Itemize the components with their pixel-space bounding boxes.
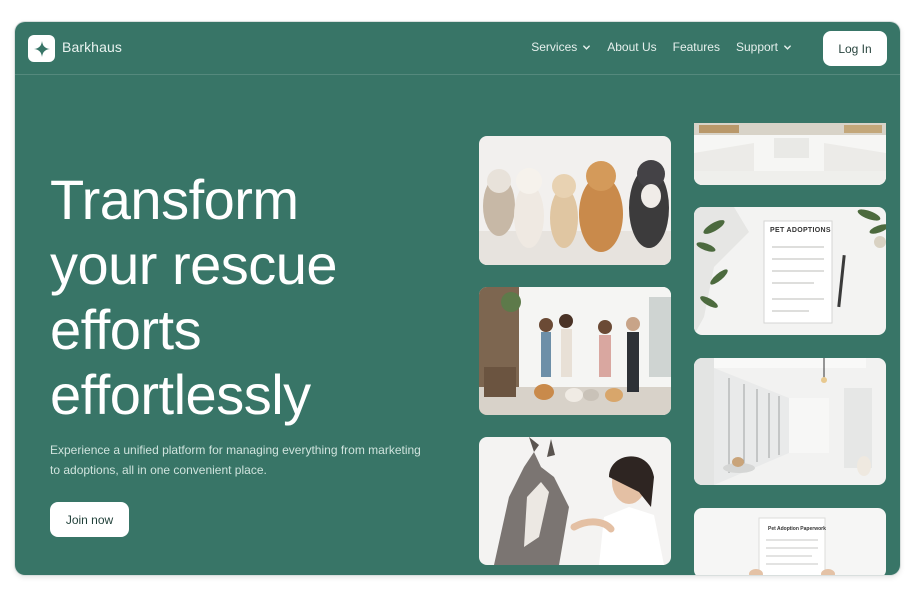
- brand-logo-icon[interactable]: [28, 35, 55, 62]
- nav-item-features[interactable]: Features: [673, 40, 720, 54]
- join-now-button[interactable]: Join now: [50, 502, 129, 537]
- hero-headline: Transform your rescue efforts effortless…: [50, 167, 470, 427]
- woman-with-dog-photo: [479, 437, 671, 565]
- adoption-paperwork-photo: Pet Adoption Paperwork: [694, 508, 886, 575]
- rescue-staff-photo: [479, 287, 671, 415]
- headline-line: your rescue: [50, 233, 338, 296]
- nav-item-support[interactable]: Support: [736, 40, 792, 54]
- chevron-down-icon: [583, 44, 591, 50]
- hero-subtext: Experience a unified platform for managi…: [50, 443, 421, 477]
- adoption-form-title: PET ADOPTIONS: [770, 227, 831, 234]
- paperwork-title: Pet Adoption Paperwork: [768, 526, 826, 532]
- login-button[interactable]: Log In: [823, 31, 887, 66]
- kennel-hallway-photo: [694, 358, 886, 485]
- main-menu: Services About Us Features Support: [531, 40, 792, 54]
- adoption-form-photo: PET ADOPTIONS: [694, 207, 886, 335]
- brand-name[interactable]: Barkhaus: [62, 39, 122, 55]
- clinic-interior-photo: [694, 123, 886, 185]
- headline-line: effortlessly: [50, 363, 311, 426]
- nav-item-label: Features: [672, 40, 720, 54]
- page-frame: Barkhaus Services About Us Features Supp…: [15, 22, 900, 575]
- chevron-down-icon: [784, 44, 791, 50]
- headline-line: efforts: [50, 298, 202, 361]
- nav-item-label: About Us: [607, 40, 657, 54]
- top-nav: Barkhaus Services About Us Features Supp…: [15, 22, 900, 75]
- headline-line: Transform: [50, 168, 299, 231]
- nav-item-label: Support: [735, 40, 778, 54]
- nav-item-label: Services: [531, 40, 578, 54]
- dogs-group-photo: [479, 136, 671, 265]
- nav-item-services[interactable]: Services: [531, 40, 591, 54]
- nav-item-about-us[interactable]: About Us: [607, 40, 656, 54]
